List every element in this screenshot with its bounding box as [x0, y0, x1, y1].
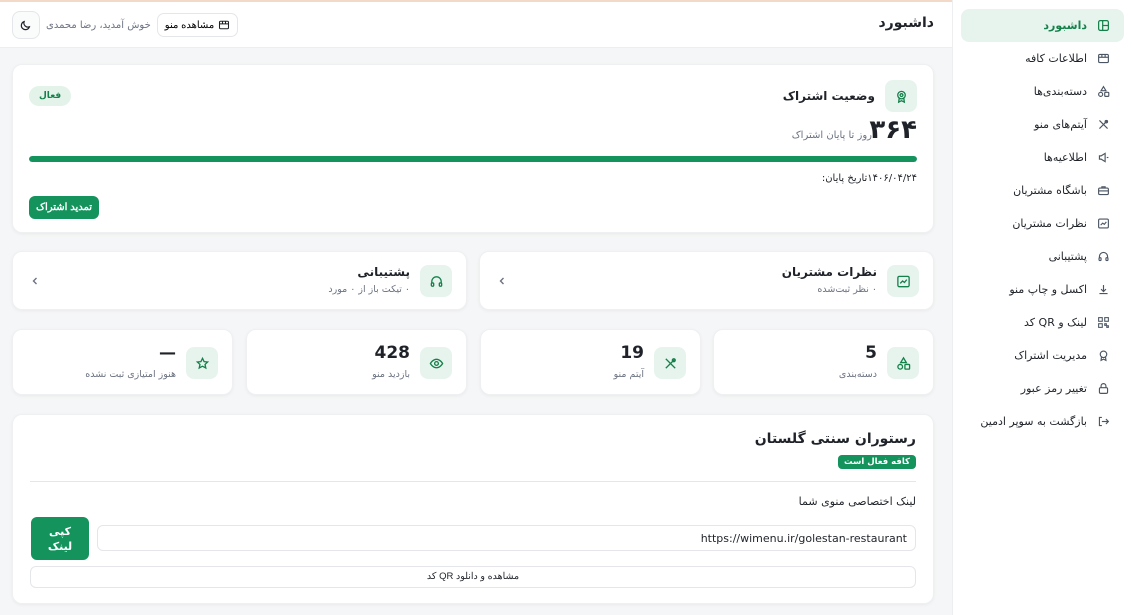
- sidebar-item-back-to-super-admin[interactable]: بازگشت به سوپر ادمین: [961, 405, 1124, 438]
- megaphone-icon: [1096, 151, 1110, 165]
- stat-value: 428: [374, 343, 411, 363]
- stat-card-categories: 5 دسته‌بندی: [713, 329, 934, 395]
- utensils-icon: [1096, 118, 1110, 132]
- sidebar-item-customer-club[interactable]: باشگاه مشتریان: [961, 174, 1124, 207]
- sidebar-item-label: باشگاه مشتریان: [1013, 184, 1087, 197]
- moon-icon: [20, 20, 31, 31]
- stat-value: 5: [865, 343, 877, 363]
- sidebar-item-label: مدیریت اشتراک: [1014, 349, 1087, 362]
- sidebar-item-label: اطلاعیه‌ها: [1043, 151, 1087, 164]
- store-icon: [219, 20, 230, 30]
- sidebar-item-categories[interactable]: دسته‌بندی‌ها: [961, 75, 1124, 108]
- lock-icon: [1096, 382, 1110, 396]
- stat-value: —: [159, 343, 176, 363]
- stat-label: آیتم منو: [613, 369, 644, 380]
- qr-icon: [1096, 316, 1110, 330]
- reviews-subtitle: ۰ نظر ثبت‌شده: [817, 284, 877, 295]
- stat-label: بازدید منو: [372, 369, 410, 380]
- sidebar-item-label: نظرات مشتریان: [1012, 217, 1087, 230]
- store-icon: [1096, 52, 1110, 66]
- sidebar-item-cafe-info[interactable]: اطلاعات کافه: [961, 42, 1124, 75]
- layout-icon: [1096, 19, 1110, 33]
- subscription-progress-fill: [29, 156, 917, 162]
- logout-icon: [1096, 415, 1110, 429]
- sidebar-item-label: پشتیبانی: [1048, 250, 1087, 263]
- sidebar-item-label: آیتم‌های منو: [1034, 118, 1087, 131]
- page-title: داشبورد: [878, 15, 935, 31]
- eye-icon: [420, 347, 452, 379]
- copy-link-button[interactable]: کپی لینک: [31, 517, 89, 560]
- stat-label: دسته‌بندی: [838, 369, 877, 380]
- sidebar-item-announcements[interactable]: اطلاعیه‌ها: [961, 141, 1124, 174]
- download-icon: [1096, 283, 1110, 297]
- stat-card-menu-items: 19 آیتم منو: [480, 329, 701, 395]
- days-remaining: ۳۶۴: [869, 115, 917, 145]
- sidebar-item-label: بازگشت به سوپر ادمین: [980, 415, 1087, 428]
- top-header: داشبورد خوش آمدید، رضا محمدی مشاهده منو: [0, 2, 952, 48]
- shapes-icon: [1096, 85, 1110, 99]
- sidebar-item-label: اکسل و چاپ منو: [1009, 283, 1087, 296]
- end-date: ۱۴۰۶/۰۴/۲۴ تاریخ پایان:: [818, 173, 917, 184]
- end-date-label: تاریخ پایان:: [821, 173, 868, 184]
- menu-link-label: لینک اختصاصی منوی شما: [798, 495, 916, 508]
- sidebar-item-reviews[interactable]: نظرات مشتریان: [961, 207, 1124, 240]
- divider: [30, 481, 916, 482]
- sidebar-item-link-qr[interactable]: لینک و QR کد: [961, 306, 1124, 339]
- theme-toggle-button[interactable]: [12, 11, 40, 39]
- sidebar-item-dashboard[interactable]: داشبورد: [961, 9, 1124, 42]
- cafe-card: رستوران سنتی گلستان کافه فعال است لینک ا…: [12, 414, 934, 604]
- headset-icon: [420, 265, 452, 297]
- view-menu-label: مشاهده منو: [164, 19, 215, 31]
- end-date-value: ۱۴۰۶/۰۴/۲۴: [867, 173, 917, 184]
- support-subtitle: ۰ تیکت باز از ۰ مورد: [328, 284, 410, 295]
- sidebar-item-label: تغییر رمز عبور: [1020, 382, 1087, 395]
- sidebar-item-label: دسته‌بندی‌ها: [1033, 85, 1087, 98]
- stat-value: 19: [620, 343, 644, 363]
- stat-card-menu-views: 428 بازدید منو: [246, 329, 467, 395]
- sidebar-item-label: لینک و QR کد: [1024, 316, 1087, 329]
- stat-card-rating: — هنوز امتیازی ثبت نشده: [12, 329, 233, 395]
- sidebar-item-subscription[interactable]: مدیریت اشتراک: [961, 339, 1124, 372]
- renew-subscription-button[interactable]: تمدید اشتراک: [29, 196, 100, 219]
- cafe-status-badge: کافه فعال است: [838, 455, 916, 469]
- headset-icon: [1096, 250, 1110, 264]
- chart-message-icon: [887, 265, 919, 297]
- subscription-title: وضعیت اشتراک: [782, 89, 875, 103]
- subscription-card: وضعیت اشتراک فعال ۳۶۴ روز تا پایان اشترا…: [12, 64, 934, 233]
- star-icon: [186, 347, 218, 379]
- chevron-left-icon: [32, 277, 37, 285]
- utensils-icon: [654, 347, 686, 379]
- support-title: پشتیبانی: [357, 265, 410, 279]
- award-icon: [885, 80, 917, 112]
- days-remaining-label: روز تا پایان اشتراک: [791, 130, 872, 141]
- reviews-title: نظرات مشتریان: [781, 265, 877, 279]
- award-icon: [1096, 349, 1110, 363]
- support-card[interactable]: پشتیبانی ۰ تیکت باز از ۰ مورد: [12, 251, 467, 310]
- stat-label: هنوز امتیازی ثبت نشده: [85, 369, 176, 380]
- sidebar-item-label: داشبورد: [1043, 19, 1087, 32]
- sidebar-item-label: اطلاعات کافه: [1025, 52, 1087, 65]
- welcome-text: خوش آمدید، رضا محمدی: [46, 19, 151, 31]
- sidebar-item-menu-items[interactable]: آیتم‌های منو: [961, 108, 1124, 141]
- view-qr-button[interactable]: مشاهده و دانلود QR کد: [30, 566, 916, 588]
- menu-link-field[interactable]: [97, 525, 916, 551]
- briefcase-icon: [1096, 184, 1110, 198]
- view-menu-button[interactable]: مشاهده منو: [156, 13, 239, 37]
- sidebar-item-support[interactable]: پشتیبانی: [961, 240, 1124, 273]
- sidebar-item-change-password[interactable]: تغییر رمز عبور: [961, 372, 1124, 405]
- chart-message-icon: [1096, 217, 1110, 231]
- chevron-left-icon: [499, 277, 504, 285]
- reviews-card[interactable]: نظرات مشتریان ۰ نظر ثبت‌شده: [479, 251, 934, 310]
- shapes-icon: [887, 347, 919, 379]
- status-badge: فعال: [29, 86, 72, 106]
- sidebar-item-excel-print[interactable]: اکسل و چاپ منو: [961, 273, 1124, 306]
- subscription-progress-bar: [29, 156, 917, 162]
- sidebar: داشبورد اطلاعات کافه دسته‌بندی‌ها آیتم‌ه…: [952, 0, 1132, 615]
- cafe-name: رستوران سنتی گلستان: [754, 431, 916, 447]
